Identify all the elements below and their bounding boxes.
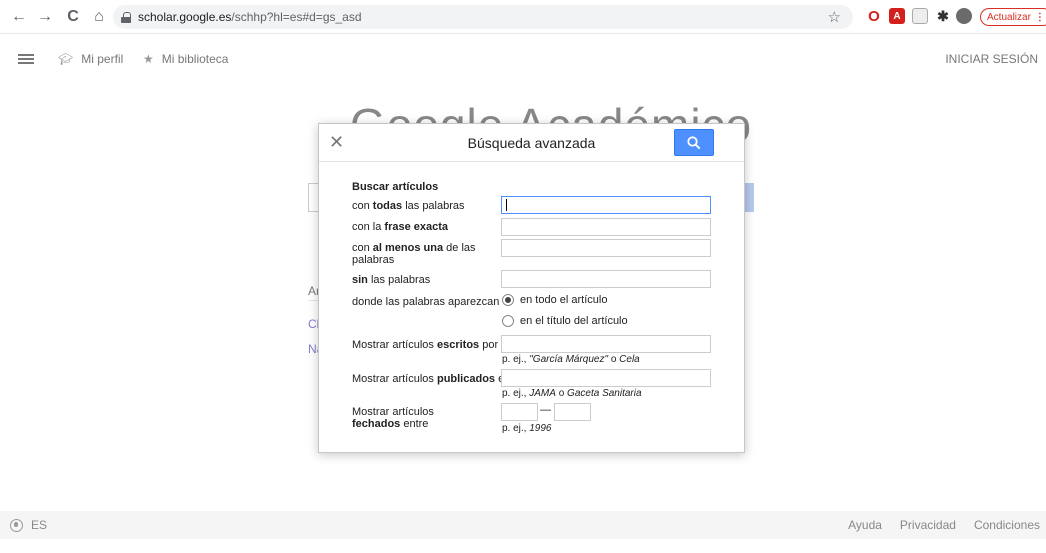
- menu-dots-icon: ⋮: [1034, 11, 1045, 23]
- update-button-label: Actualizar: [987, 11, 1031, 23]
- globe-icon: [10, 518, 23, 532]
- forward-arrow-icon[interactable]: →: [34, 6, 56, 28]
- acrobat-extension-icon[interactable]: A: [889, 8, 905, 24]
- radio-whole-article-label: en todo el artículo: [520, 294, 608, 306]
- extensions-puzzle-icon[interactable]: ✱: [935, 8, 951, 24]
- exact-phrase-label: con la frase exacta: [352, 221, 449, 233]
- my-library-link[interactable]: ★ Mi biblioteca: [143, 52, 228, 66]
- browser-toolbar: ← → C ⌂ scholar.google.es/schhp?hl=es#d=…: [0, 0, 1046, 34]
- url-path: /schhp?hl=es#d=gs_asd: [231, 10, 362, 24]
- language-label: ES: [31, 518, 48, 532]
- bookmark-star-icon[interactable]: ☆: [828, 8, 841, 26]
- footer-links: Ayuda Privacidad Condiciones: [848, 518, 1040, 532]
- section-heading: Buscar artículos: [352, 181, 439, 193]
- without-words-input[interactable]: [501, 270, 711, 288]
- date-range-dash: —: [540, 404, 551, 416]
- search-icon: [687, 135, 701, 149]
- published-in-hint: p. ej., JAMA o Gaceta Sanitaria: [502, 388, 642, 399]
- advanced-search-dialog: ✕ Búsqueda avanzada Buscar artículos con…: [318, 123, 745, 453]
- radio-title-only-label: en el título del artículo: [520, 315, 628, 327]
- url-host: scholar.google.es: [138, 10, 232, 24]
- language-selector[interactable]: ES: [10, 518, 47, 532]
- authors-hint: p. ej., "García Márquez" o Cela: [502, 354, 640, 365]
- background-search-box: [308, 183, 318, 212]
- scholar-header: 🎓︎ Mi perfil ★ Mi biblioteca INICIAR SES…: [0, 34, 1046, 82]
- hamburger-menu-icon[interactable]: [18, 54, 34, 64]
- background-divider: [308, 300, 318, 301]
- footer-link-privacy[interactable]: Privacidad: [900, 518, 956, 532]
- date-from-input[interactable]: [501, 403, 538, 421]
- dialog-header: ✕ Búsqueda avanzada: [319, 124, 744, 162]
- profile-avatar-icon[interactable]: [956, 8, 972, 24]
- graduation-cap-icon: 🎓︎: [58, 52, 74, 66]
- footer-link-help[interactable]: Ayuda: [848, 518, 882, 532]
- sign-in-link[interactable]: INICIAR SESIÓN: [945, 52, 1038, 66]
- at-least-one-label: con al menos una de las palabras: [352, 242, 476, 266]
- my-library-label: Mi biblioteca: [161, 52, 229, 66]
- published-in-label: Mostrar artículos publicados en: [352, 373, 510, 385]
- published-in-input[interactable]: [501, 369, 711, 387]
- radio-button-selected[interactable]: [502, 294, 514, 306]
- search-button[interactable]: [674, 129, 714, 156]
- footer-link-terms[interactable]: Condiciones: [974, 518, 1040, 532]
- where-label: donde las palabras aparezcan: [352, 296, 500, 308]
- reload-icon[interactable]: C: [62, 6, 84, 28]
- at-least-one-input[interactable]: [501, 239, 711, 257]
- dated-hint: p. ej., 1996: [502, 423, 552, 434]
- my-profile-label: Mi perfil: [81, 52, 124, 66]
- exact-phrase-input[interactable]: [501, 218, 711, 236]
- without-words-label: sin las palabras: [352, 274, 431, 286]
- date-to-input[interactable]: [554, 403, 591, 421]
- radio-button[interactable]: [502, 315, 514, 327]
- home-icon[interactable]: ⌂: [88, 6, 110, 28]
- address-bar[interactable]: scholar.google.es/schhp?hl=es#d=gs_asd ☆: [113, 5, 853, 29]
- my-profile-link[interactable]: 🎓︎ Mi perfil: [58, 52, 123, 66]
- all-words-label: con todas las palabras: [352, 200, 465, 212]
- background-search-button: [744, 183, 754, 212]
- authors-input[interactable]: [501, 335, 711, 353]
- dated-between-label: Mostrar artículos fechados entre: [352, 406, 434, 430]
- footer: ES Ayuda Privacidad Condiciones: [0, 511, 1046, 539]
- opera-extension-icon[interactable]: O: [866, 8, 882, 25]
- radio-whole-article[interactable]: en todo el artículo: [502, 294, 607, 306]
- lock-icon: [121, 11, 131, 23]
- radio-title-only[interactable]: en el título del artículo: [502, 315, 628, 327]
- all-words-input[interactable]: [501, 196, 711, 214]
- authors-label: Mostrar artículos escritos por: [352, 339, 499, 351]
- star-icon: ★: [143, 52, 154, 66]
- back-arrow-icon[interactable]: ←: [8, 6, 30, 28]
- document-extension-icon[interactable]: [912, 8, 928, 24]
- update-button[interactable]: Actualizar ⋮: [980, 8, 1046, 26]
